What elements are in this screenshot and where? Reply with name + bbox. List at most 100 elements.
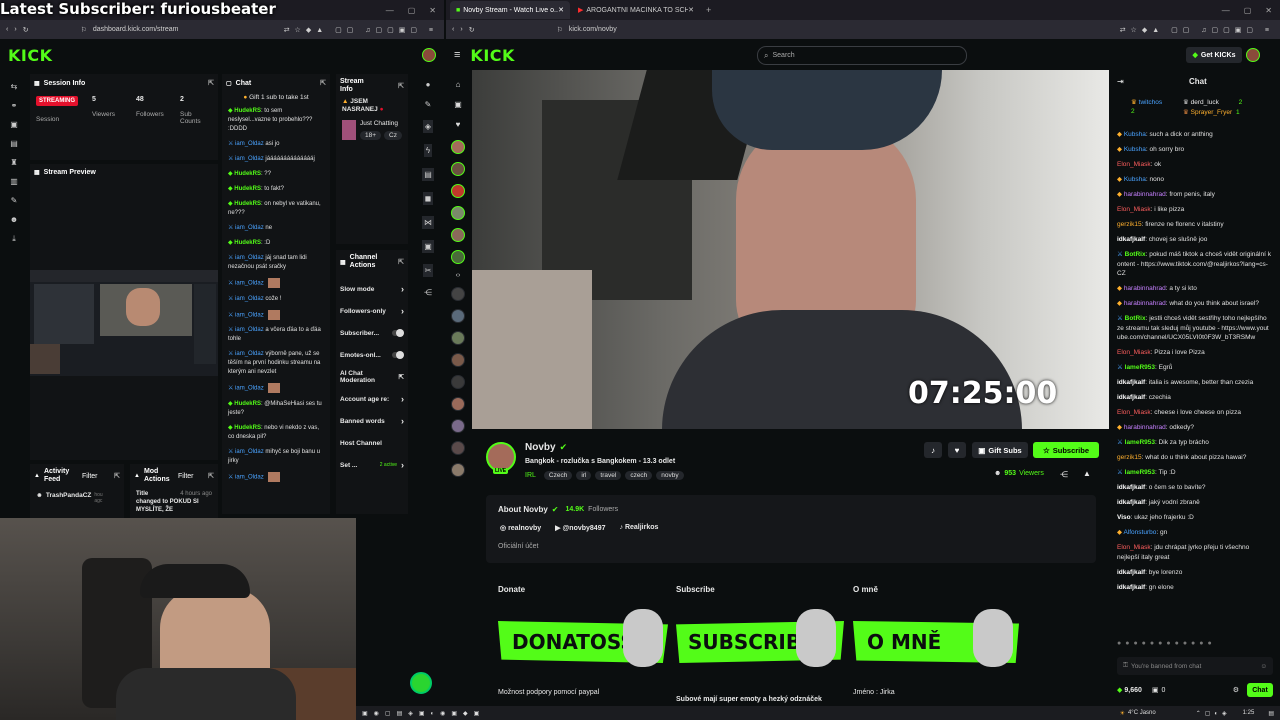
home-icon[interactable]: ⌂ — [456, 80, 461, 92]
followed-channel-avatar[interactable] — [451, 309, 465, 323]
tab-youtube[interactable]: ▶ AROGANTNÍ MACINKA TO SCHYTAL ✕ — [572, 1, 700, 19]
chat-username[interactable]: idkafjkalf — [1117, 499, 1145, 506]
followed-channel-avatar[interactable] — [451, 419, 465, 433]
tag[interactable]: travel — [595, 471, 622, 480]
tag[interactable]: irl — [576, 471, 592, 480]
followed-channel-avatar[interactable] — [451, 228, 465, 242]
popout-icon[interactable]: ⇱ — [114, 472, 120, 480]
share-icon[interactable]: ⋲ — [1060, 470, 1068, 479]
pinned-gift[interactable]: ● Gift 1 sub to take 1st — [222, 94, 330, 101]
trophy-icon[interactable]: ♜ — [10, 158, 17, 167]
channel-action-item[interactable]: Host Channel — [340, 432, 404, 454]
back-icon[interactable]: ‹ — [6, 26, 8, 33]
flash-icon[interactable]: ϟ — [423, 144, 433, 157]
chat-username[interactable]: iam_Oldaz — [235, 296, 264, 302]
moderation-icon[interactable]: ▤ — [10, 139, 18, 148]
chat-username[interactable]: iam_Oldaz — [235, 255, 264, 261]
tiktok-link[interactable]: ♪ Realjirkos — [619, 524, 658, 532]
chat-username[interactable]: iam_Oldaz — [235, 312, 264, 318]
kick-logo[interactable]: KICK — [8, 46, 53, 65]
extension-icons[interactable]: ⇄☆◆▲ ▢▢ ♫▢▢▣▢ ≡ — [1120, 26, 1274, 34]
menu-icon[interactable]: ≡ — [454, 49, 460, 61]
chat-username[interactable]: Kubsha — [1124, 131, 1146, 138]
chat-settings-icon[interactable]: ⚙ — [1233, 686, 1239, 694]
notification-bell-button[interactable]: ♪ — [924, 442, 942, 458]
chat-username[interactable]: harabinnahrad — [1124, 285, 1166, 292]
chat-username[interactable]: iam_Oldaz — [235, 156, 264, 162]
chat-username[interactable]: idkafjkalf — [1117, 484, 1145, 491]
chat-username[interactable]: HudekRS — [234, 186, 261, 192]
forward-icon[interactable]: › — [460, 26, 462, 33]
close-icon[interactable]: ✕ — [1265, 6, 1272, 15]
heart-icon[interactable]: ♥ — [456, 120, 461, 132]
chat-username[interactable]: HudekRS — [234, 171, 261, 177]
tag[interactable]: Czech — [543, 471, 573, 480]
get-kicks-button[interactable]: ◆ Get KICKs — [1186, 47, 1242, 63]
follow-heart-button[interactable]: ♥ — [948, 442, 966, 458]
chat-username[interactable]: Elon_Miask — [1117, 544, 1151, 551]
channel-action-item[interactable]: Slow mode › — [340, 278, 404, 300]
maximize-icon[interactable]: ▢ — [408, 6, 416, 15]
followed-channel-avatar[interactable] — [451, 206, 465, 220]
chat-username[interactable]: iam_Oldaz — [235, 281, 264, 287]
chat-username[interactable]: iam_Oldaz — [235, 225, 264, 231]
emote-picker-icon[interactable]: ☺ — [1260, 663, 1267, 670]
popout-icon[interactable]: ⇱ — [208, 472, 214, 480]
tab-close-icon[interactable]: ✕ — [558, 6, 564, 14]
collapse-chat-icon[interactable]: ⇥ — [1117, 77, 1124, 86]
chat-username[interactable]: gerzik15 — [1117, 454, 1142, 461]
share-icon[interactable]: ⋲ — [424, 288, 432, 297]
chat-username[interactable]: lameR953 — [1125, 439, 1155, 446]
raid-icon[interactable]: ⋈ — [422, 216, 434, 229]
forward-icon[interactable]: › — [14, 26, 16, 33]
close-icon[interactable]: ✕ — [429, 6, 436, 15]
report-icon[interactable]: ▲ — [1083, 469, 1091, 478]
edit-icon[interactable]: ✎ — [425, 100, 432, 109]
right-url[interactable]: kick.com/novby — [569, 26, 1114, 33]
users-icon[interactable]: ☻ — [10, 215, 18, 224]
video-player[interactable]: 07:25:00 — [472, 70, 1109, 429]
left-url[interactable]: dashboard.kick.com/stream — [93, 26, 278, 33]
chat-username[interactable]: HudekRS — [234, 240, 261, 246]
tab-novby[interactable]: ■ Novby Stream - Watch Live o... ✕ — [450, 1, 570, 19]
minimize-icon[interactable]: — — [386, 6, 394, 15]
chat-username[interactable]: idkafjkalf — [1117, 569, 1145, 576]
instagram-link[interactable]: ◎ realnovby — [500, 524, 541, 532]
chat-username[interactable]: idkafjkalf — [1117, 394, 1145, 401]
download-icon[interactable]: ⤓ — [12, 234, 16, 244]
gift-subs-button[interactable]: ▣ Gift Subs — [972, 442, 1028, 458]
chat-input[interactable]: ⚿ You're banned from chat ☺ — [1117, 657, 1273, 675]
extension-icons[interactable]: ⇄☆◆▲ ▢▢ ♫▢▢▣▢ ≡ — [284, 26, 438, 34]
channel-points[interactable]: 9,660 — [1124, 687, 1142, 694]
link-icon[interactable]: ⚭ — [11, 101, 18, 110]
chat-username[interactable]: Viso — [1117, 514, 1131, 521]
chat-username[interactable]: iam_Oldaz — [235, 351, 264, 357]
chat-username[interactable]: gerzik15 — [1117, 221, 1142, 228]
youtube-link[interactable]: ▶ @novby8497 — [555, 524, 605, 532]
popout-icon[interactable]: ⇱ — [208, 79, 214, 87]
tool-icon[interactable]: ✂ — [422, 264, 434, 277]
followed-channel-avatar[interactable] — [451, 184, 465, 198]
dashboard-icon[interactable]: ▣ — [10, 120, 18, 129]
followed-channel-avatar[interactable] — [451, 140, 465, 154]
chat-username[interactable]: BotRix — [1125, 251, 1146, 258]
minimize-icon[interactable]: — — [1222, 6, 1230, 15]
chat-username[interactable]: iam_Oldaz — [235, 474, 264, 480]
chat-username[interactable]: harabinnahrad — [1124, 424, 1166, 431]
chat-username[interactable]: Elon_Miask — [1117, 161, 1151, 168]
stream-preview-video[interactable] — [30, 270, 218, 376]
chat-username[interactable]: HudekRS — [234, 201, 261, 207]
settings-icon[interactable]: ✎ — [11, 196, 18, 205]
channel-action-item[interactable]: Set ... 2 active › — [340, 454, 404, 476]
taskbar-apps[interactable]: ▣◉▢▤◈▣◐◉▣◆▣ — [362, 710, 485, 717]
doc-icon[interactable]: ▤ — [422, 168, 434, 181]
followed-channel-avatar[interactable] — [451, 331, 465, 345]
followed-channel-avatar[interactable] — [451, 287, 465, 301]
chat-username[interactable]: lameR953 — [1125, 469, 1155, 476]
followed-channel-avatar[interactable] — [451, 441, 465, 455]
channel-action-item[interactable]: Followers-only › — [340, 300, 404, 322]
followed-channel-avatar[interactable] — [451, 375, 465, 389]
library-icon[interactable]: ▣ — [454, 100, 462, 112]
followed-channel-avatar[interactable] — [451, 353, 465, 367]
reload-icon[interactable]: ↻ — [469, 26, 475, 34]
